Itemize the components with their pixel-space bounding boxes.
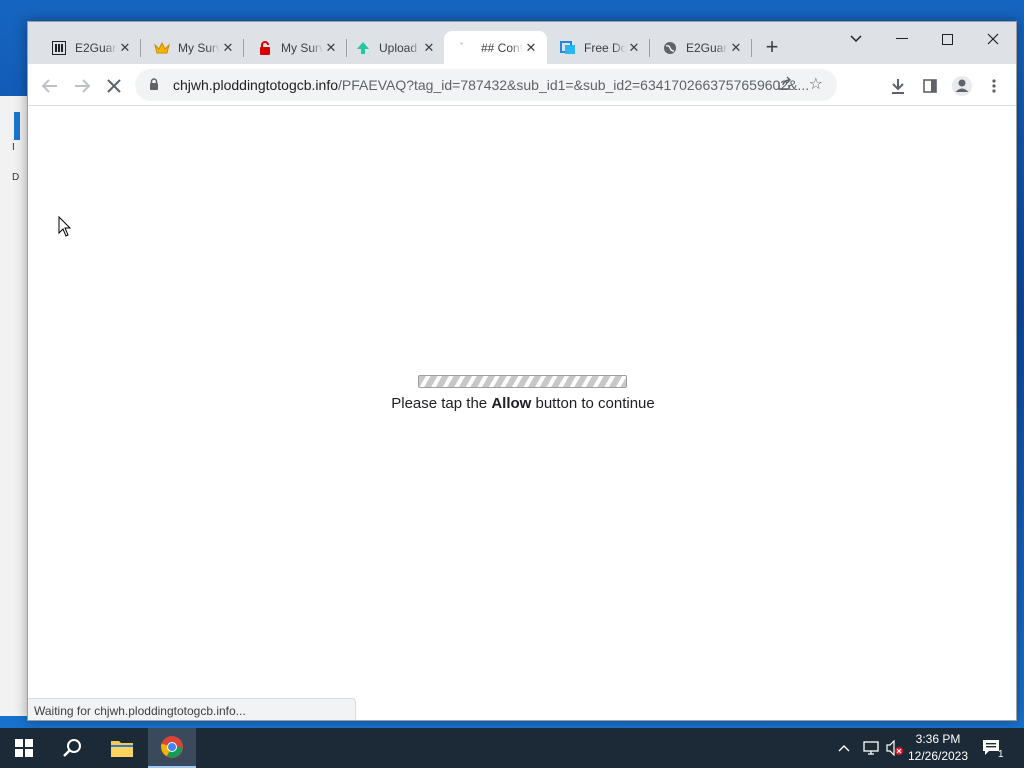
search-icon <box>63 739 81 757</box>
tab-title: E2Guardian <box>75 40 117 55</box>
taskbar: 3:36 PM 12/26/2023 1 <box>0 728 1024 768</box>
clock-date: 12/26/2023 <box>907 749 969 763</box>
forward-button[interactable] <box>68 72 96 100</box>
arrow-right-icon <box>75 79 90 93</box>
folder-icon <box>111 741 133 757</box>
desktop-text-fragment: I <box>12 142 15 153</box>
url-host: chjwh.ploddingtotogcb.info <box>173 77 339 93</box>
show-hidden-icons-button[interactable] <box>838 728 850 768</box>
minimize-icon <box>896 38 908 39</box>
search-button[interactable] <box>48 728 96 768</box>
chevron-down-icon <box>850 35 862 43</box>
close-icon[interactable]: ✕ <box>626 40 642 56</box>
desktop-text-fragment: D <box>12 172 20 183</box>
tab-my-survey-2[interactable]: My Survey ✕ <box>244 31 347 64</box>
loading-progress-bar <box>418 375 627 388</box>
tab-title: My Survey <box>178 40 220 55</box>
url-text[interactable]: chjwh.ploddingtotogcb.info/PFAEVAQ?tag_i… <box>173 77 813 93</box>
close-icon[interactable]: ✕ <box>728 40 744 56</box>
windows-logo-icon <box>15 739 33 757</box>
url-path: /PFAEVAQ?tag_id=787432&sub_id1=&sub_id2=… <box>338 77 810 93</box>
chrome-icon <box>161 736 183 758</box>
downloads-button[interactable] <box>884 72 912 100</box>
close-icon[interactable]: ✕ <box>523 40 539 56</box>
close-icon[interactable]: ✕ <box>117 40 133 56</box>
kebab-menu-icon <box>992 79 996 93</box>
maximize-button[interactable] <box>929 26 965 52</box>
tab-title: E2Guardian <box>686 40 728 55</box>
action-center-button[interactable]: 1 <box>982 728 1004 768</box>
allow-prompt-text: Please tap the Allow button to continue <box>391 395 655 412</box>
tab-title: Free Download <box>584 40 626 55</box>
lock-icon[interactable] <box>149 77 163 93</box>
browser-window: E2Guardian ✕ My Survey ✕ My Survey ✕ <box>27 21 1017 721</box>
close-window-button[interactable] <box>975 26 1011 52</box>
tab-strip: E2Guardian ✕ My Survey ✕ My Survey ✕ <box>28 22 1016 64</box>
share-icon[interactable] <box>777 76 793 93</box>
clock[interactable]: 3:36 PM 12/26/2023 <box>902 731 974 765</box>
network-button[interactable] <box>862 728 880 768</box>
stop-button[interactable] <box>100 72 128 100</box>
stop-x-icon <box>107 79 121 93</box>
side-panel-icon <box>923 79 937 93</box>
start-button[interactable] <box>0 728 48 768</box>
network-icon <box>863 741 879 755</box>
tab-search-button[interactable] <box>838 26 874 52</box>
star-icon[interactable]: ☆ <box>809 74 823 94</box>
profile-button[interactable] <box>948 72 976 100</box>
file-explorer-button[interactable] <box>98 728 146 768</box>
tab-e2guardian[interactable]: E2Guardian ✕ <box>38 31 141 64</box>
close-icon[interactable]: ✕ <box>323 40 339 56</box>
desktop-icon-fragment <box>14 112 20 140</box>
mouse-cursor-icon <box>58 216 72 237</box>
download-square-icon <box>560 40 576 56</box>
allow-keyword: Allow <box>491 395 532 412</box>
tab-title: My Survey <box>281 40 323 55</box>
tab-my-survey-1[interactable]: My Survey ✕ <box>141 31 244 64</box>
profile-icon <box>952 76 972 96</box>
side-panel-button[interactable] <box>916 72 944 100</box>
tab-title: Upload <box>379 40 418 55</box>
tab-continue[interactable]: ## Continue ✕ <box>444 31 547 64</box>
globe-icon <box>662 40 678 56</box>
tab-title: ## Continue <box>481 40 523 55</box>
tab-e2guardian-2[interactable]: E2Guardian ✕ <box>649 31 752 64</box>
blank-page-icon <box>457 40 473 56</box>
close-icon[interactable]: ✕ <box>421 40 437 56</box>
crown-icon <box>154 40 170 56</box>
minimize-button[interactable] <box>884 26 920 52</box>
close-icon[interactable]: ✕ <box>220 40 236 56</box>
upload-leaf-icon <box>355 40 371 56</box>
new-tab-button[interactable]: + <box>760 36 784 60</box>
back-button[interactable] <box>36 72 64 100</box>
desktop-background: I D <box>0 96 28 716</box>
notification-count: 1 <box>998 748 1004 760</box>
lock-red-icon <box>257 40 273 56</box>
status-bubble: Waiting for chjwh.ploddingtotogcb.info..… <box>28 698 356 720</box>
page-content: Please tap the Allow button to continue <box>28 106 1016 720</box>
close-icon <box>987 33 999 45</box>
clock-time: 3:36 PM <box>915 732 961 746</box>
browser-toolbar: chjwh.ploddingtotogcb.info/PFAEVAQ?tag_i… <box>28 64 1016 106</box>
tab-upload[interactable]: Upload ✕ <box>342 31 445 64</box>
tab-free-download[interactable]: Free Download ✕ <box>547 31 650 64</box>
address-bar[interactable]: chjwh.ploddingtotogcb.info/PFAEVAQ?tag_i… <box>135 69 837 101</box>
menu-button[interactable] <box>980 72 1008 100</box>
download-icon <box>892 79 904 94</box>
maximize-icon <box>941 33 953 45</box>
chrome-taskbar-button[interactable] <box>148 728 196 768</box>
chevron-up-icon <box>838 745 850 752</box>
building-icon <box>51 40 67 56</box>
arrow-left-icon <box>42 79 57 93</box>
